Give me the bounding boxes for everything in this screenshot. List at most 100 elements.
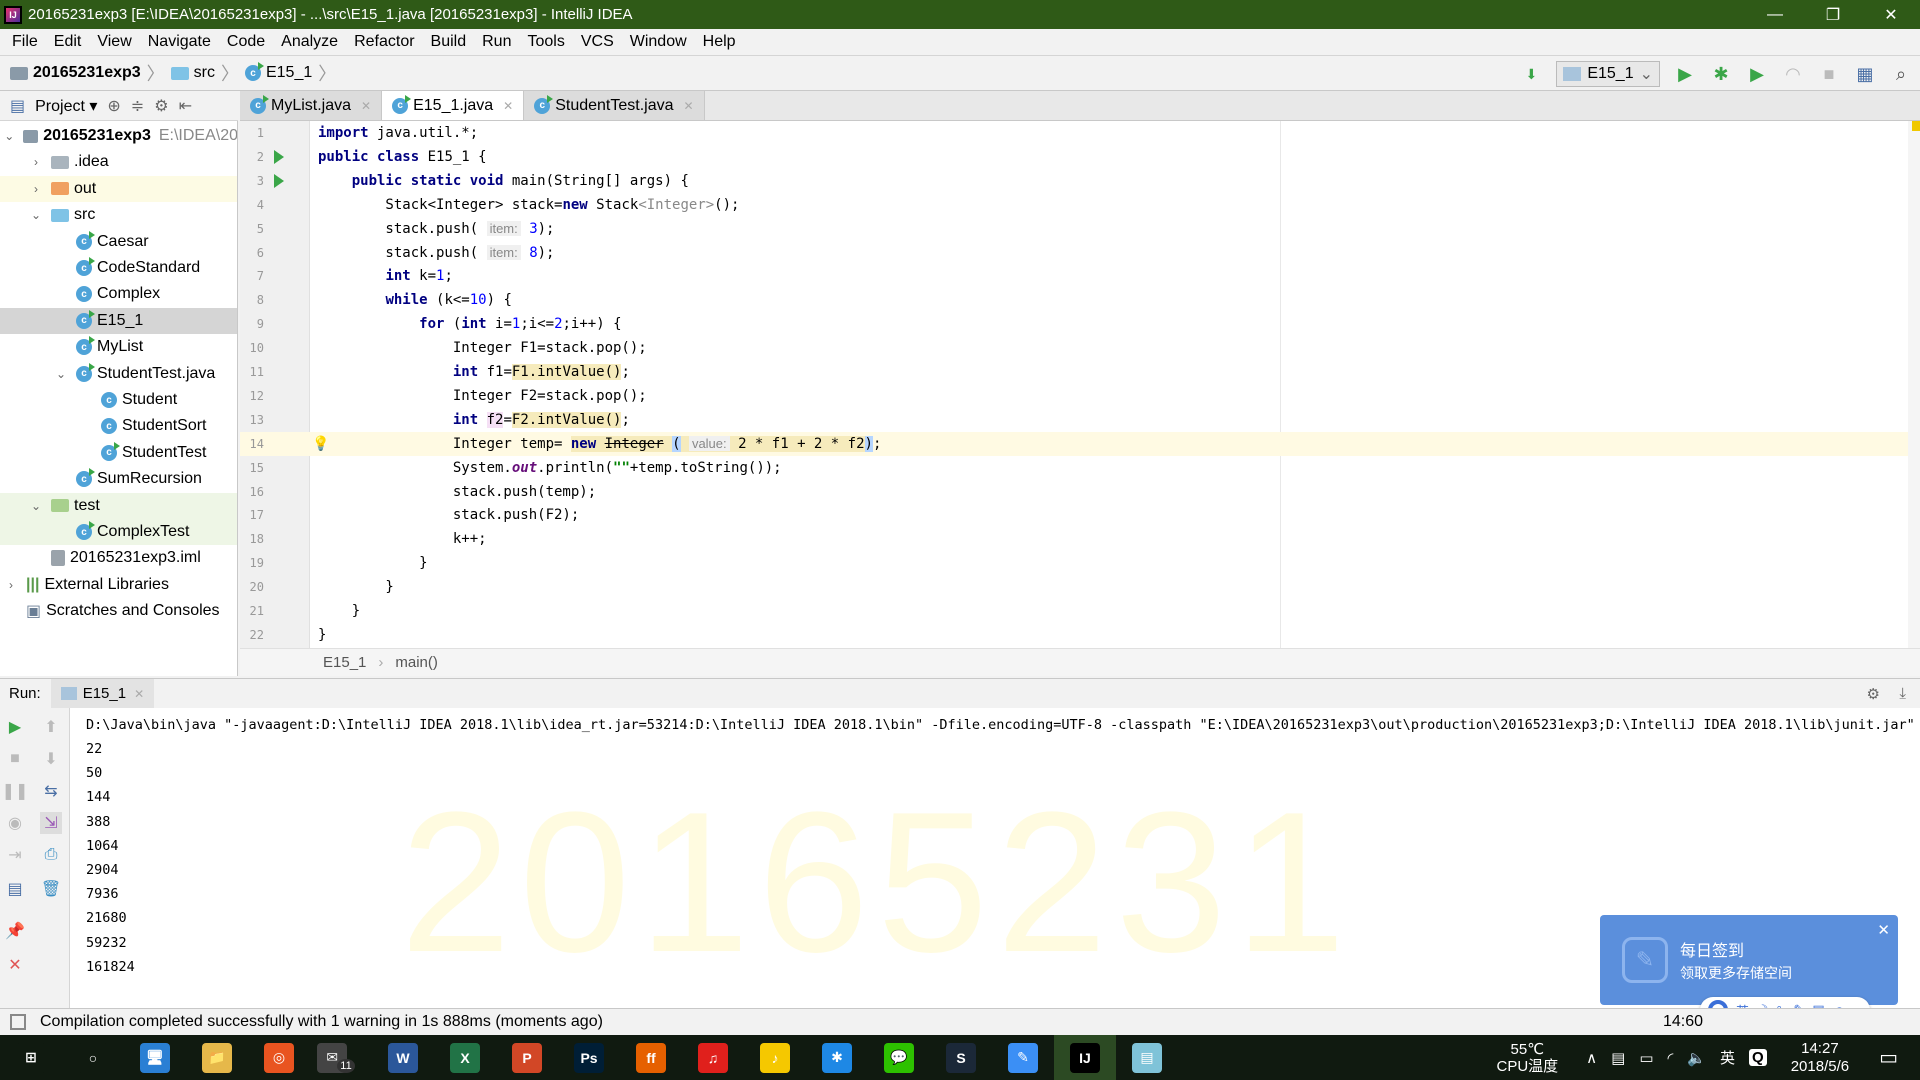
tab-mylist-java[interactable]: c MyList.java ✕ [240, 91, 383, 120]
menu-analyze[interactable]: Analyze [273, 33, 346, 51]
code-line[interactable]: 16 stack.push(temp); [240, 480, 1920, 504]
tree-item[interactable]: ▣ Scratches and Consoles [0, 598, 237, 624]
taskbar-steam[interactable]: S [930, 1035, 992, 1080]
gear-icon[interactable]: ⚙ [1867, 685, 1880, 703]
chevron-down-icon[interactable]: ⌄ [3, 129, 15, 143]
code-line[interactable]: 2 public class E15_1 { [240, 145, 1920, 169]
tree-item[interactable]: 20165231exp3.iml [0, 545, 237, 571]
tree-item[interactable]: c CodeStandard [0, 255, 237, 281]
code-line[interactable]: 1 import java.util.*; [240, 121, 1920, 145]
taskbar-word[interactable]: W [372, 1035, 434, 1080]
breadcrumb-class[interactable]: E15_1 [323, 654, 366, 671]
stop-icon[interactable]: ■ [4, 748, 26, 770]
code-line[interactable]: 19 } [240, 551, 1920, 575]
run-gutter-icon[interactable] [274, 149, 284, 164]
taskbar-excel[interactable]: X [434, 1035, 496, 1080]
taskbar-mail[interactable]: ✉ 11 [310, 1035, 372, 1080]
taskmgr-icon[interactable]: ▤ [1611, 1049, 1625, 1067]
code-line[interactable]: 8 while (k<=10) { [240, 288, 1920, 312]
run-icon[interactable]: ▶ [1674, 63, 1696, 85]
scroll-down-icon[interactable]: ⬇ [40, 748, 62, 770]
code-line[interactable]: 9 for (int i=1;i<=2;i++) { [240, 312, 1920, 336]
tree-item[interactable]: c ComplexTest [0, 519, 237, 545]
menu-tools[interactable]: Tools [519, 33, 572, 51]
menu-view[interactable]: View [89, 33, 139, 51]
taskbar-intellij[interactable]: IJ [1054, 1035, 1116, 1080]
tree-item[interactable]: c Caesar [0, 229, 237, 255]
scroll-to-end-icon[interactable]: ⇲ [40, 812, 62, 834]
code-line[interactable]: 21 } [240, 599, 1920, 623]
chevron-right-icon[interactable]: › [29, 182, 43, 196]
battery-icon[interactable]: ▭ [1639, 1049, 1653, 1067]
volume-icon[interactable]: 🔈 [1687, 1049, 1706, 1067]
rerun-icon[interactable]: ▶ [4, 716, 26, 738]
tree-item[interactable]: › out [0, 175, 237, 202]
breadcrumb-method[interactable]: main() [395, 654, 438, 671]
chevron-right-icon[interactable]: › [29, 155, 43, 169]
tree-item[interactable]: c Complex [0, 281, 237, 307]
clock[interactable]: 14:27 2018/5/6 [1791, 1040, 1849, 1076]
close-icon[interactable]: ✕ [684, 99, 694, 113]
show-hidden-icons[interactable]: ∧ [1586, 1049, 1597, 1067]
chevron-down-icon[interactable]: ⌄ [54, 367, 68, 381]
run-config-select[interactable]: E15_1 ⌄ [1556, 61, 1660, 87]
close-icon[interactable]: ✕ [503, 99, 513, 113]
run-tab[interactable]: E15_1 ✕ [50, 678, 155, 709]
soft-wrap-icon[interactable]: ⇆ [40, 780, 62, 802]
trash-icon[interactable]: 🗑 [40, 878, 62, 900]
build-project-icon[interactable]: ⬇ [1520, 63, 1542, 85]
code-line[interactable]: 7 int k=1; [240, 264, 1920, 288]
chevron-right-icon[interactable]: › [4, 578, 18, 592]
menu-navigate[interactable]: Navigate [140, 33, 219, 51]
taskbar-note[interactable]: ✎ [992, 1035, 1054, 1080]
stop-icon[interactable]: ■ [1818, 63, 1840, 85]
tree-item[interactable]: › .idea [0, 149, 237, 175]
exit-icon[interactable]: ⇥ [4, 844, 26, 866]
menu-build[interactable]: Build [423, 33, 475, 51]
tree-item[interactable]: c MyList [0, 334, 237, 360]
run-with-coverage-icon[interactable]: ▶ [1746, 63, 1768, 85]
menu-help[interactable]: Help [695, 33, 744, 51]
taskbar-photoshop[interactable]: Ps [558, 1035, 620, 1080]
code-line[interactable]: 22} [240, 623, 1920, 647]
search-icon[interactable]: ⌕ [1890, 63, 1912, 85]
chevron-down-icon[interactable]: ⌄ [29, 499, 43, 513]
notification-popup[interactable]: ✎ 每日签到 领取更多存储空间 ✕ [1600, 915, 1898, 1005]
menu-run[interactable]: Run [474, 33, 519, 51]
tree-item[interactable]: ⌄ test [0, 492, 237, 519]
menu-code[interactable]: Code [219, 33, 273, 51]
sogou-icon[interactable]: Q [1749, 1049, 1767, 1066]
cpu-temperature[interactable]: 55℃ CPU温度 [1496, 1041, 1558, 1075]
tree-item[interactable]: c StudentSort [0, 413, 237, 439]
close-icon[interactable]: ✕ [4, 954, 26, 976]
collapse-all-icon[interactable]: ≑ [131, 96, 144, 116]
tab-e15-1-java[interactable]: c E15_1.java ✕ [382, 91, 525, 120]
taskbar-file-explorer[interactable]: 📁 [186, 1035, 248, 1080]
menu-window[interactable]: Window [622, 33, 695, 51]
layout-icon[interactable]: ▤ [4, 878, 26, 900]
ime-indicator[interactable]: 英 [1720, 1047, 1735, 1068]
tree-item[interactable]: c StudentTest [0, 440, 237, 466]
tree-item[interactable]: ⌄ 20165231exp3 E:\IDEA\20 [0, 123, 237, 149]
taskbar-firefox[interactable]: ff [620, 1035, 682, 1080]
code-line[interactable]: 13 int f2=F2.intValue(); [240, 408, 1920, 432]
code-line[interactable]: 12 Integer F2=stack.pop(); [240, 384, 1920, 408]
taskbar-ubuntu[interactable]: ◎ [248, 1035, 310, 1080]
close-icon[interactable]: ✕ [1877, 921, 1890, 939]
breadcrumb-file[interactable]: E15_1 [266, 64, 312, 82]
code-line[interactable]: 17 stack.push(F2); [240, 503, 1920, 527]
taskbar-netease-music[interactable]: ♫ [682, 1035, 744, 1080]
code-line[interactable]: 3 public static void main(String[] args)… [240, 169, 1920, 193]
run-gutter-icon[interactable] [274, 173, 284, 188]
profile-icon[interactable]: ◠ [1782, 63, 1804, 85]
wifi-icon[interactable]: ◜ [1668, 1049, 1674, 1067]
menu-edit[interactable]: Edit [46, 33, 90, 51]
scroll-up-icon[interactable]: ⬆ [40, 716, 62, 738]
code-line[interactable]: 4 Stack<Integer> stack=new Stack<Integer… [240, 193, 1920, 217]
locate-icon[interactable]: ⊕ [107, 96, 120, 116]
menu-refactor[interactable]: Refactor [346, 33, 422, 51]
restore-button[interactable]: ❐ [1804, 0, 1862, 29]
code-line[interactable]: 5 stack.push( item: 3); [240, 217, 1920, 241]
close-button[interactable]: ✕ [1862, 0, 1920, 29]
gear-icon[interactable]: ⚙ [154, 96, 168, 116]
